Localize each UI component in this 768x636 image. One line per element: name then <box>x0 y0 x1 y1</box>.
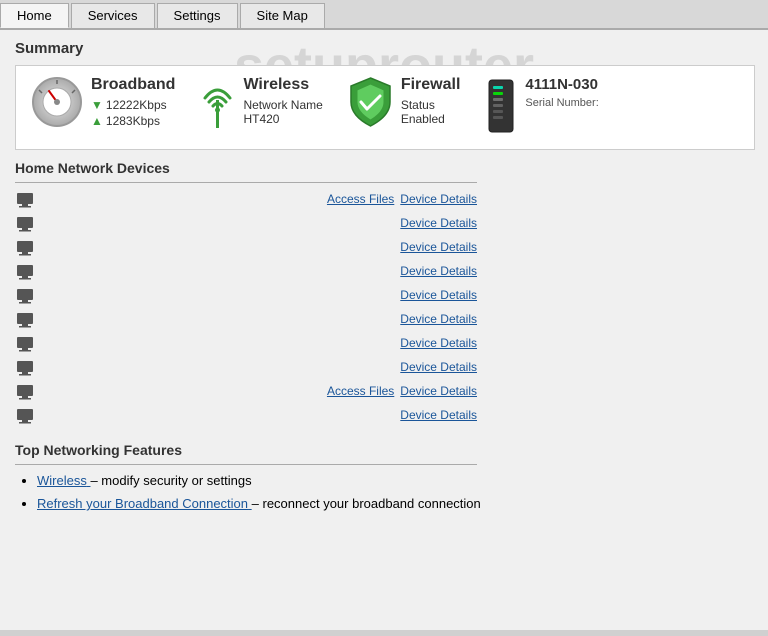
device-pc-icon <box>15 333 35 353</box>
device-details-link-7[interactable]: Device Details <box>400 360 477 374</box>
feature-item-1: Refresh your Broadband Connection – reco… <box>37 496 753 511</box>
content-area: setuprouter Summary <box>0 30 768 630</box>
refresh-broadband-description: – reconnect your broadband connection <box>252 496 481 511</box>
device-row: Access Files Device Details <box>15 379 477 403</box>
access-files-link-0[interactable]: Access Files <box>327 192 394 206</box>
device-row: Access Files Device Details <box>15 187 477 211</box>
firewall-info: Firewall Status Enabled <box>401 76 461 126</box>
device-details-link-8[interactable]: Device Details <box>400 384 477 398</box>
summary-section: Summary <box>15 40 753 150</box>
refresh-broadband-link[interactable]: Refresh your Broadband Connection <box>37 496 252 511</box>
device-row: Device Details <box>15 355 477 379</box>
home-network-title: Home Network Devices <box>15 160 753 176</box>
device-row: Device Details <box>15 259 477 283</box>
device-details-link-1[interactable]: Device Details <box>400 216 477 230</box>
router-serial-label: Serial Number: <box>525 97 598 109</box>
wireless-feature-link[interactable]: Wireless <box>37 473 90 488</box>
device-details-link-2[interactable]: Device Details <box>400 240 477 254</box>
device-pc-icon <box>15 213 35 233</box>
tab-services[interactable]: Services <box>71 3 155 28</box>
tab-settings[interactable]: Settings <box>157 3 238 28</box>
download-arrow-icon: ▼ <box>91 98 103 112</box>
device-pc-icon <box>15 261 35 281</box>
speedometer-icon <box>31 76 83 128</box>
device-row: Device Details <box>15 235 477 259</box>
device-pc-icon <box>15 237 35 257</box>
wifi-svg <box>200 80 235 130</box>
summary-box: Broadband ▼ 12222Kbps ▲ 1283Kbps <box>15 65 755 150</box>
firewall-status-value: Enabled <box>401 112 461 126</box>
tab-home[interactable]: Home <box>0 3 69 28</box>
download-speed: ▼ 12222Kbps <box>91 98 175 112</box>
home-network-section: Home Network Devices Access Files Device… <box>15 160 753 427</box>
device-pc-icon <box>15 285 35 305</box>
firewall-panel: Firewall Status Enabled <box>348 76 461 131</box>
tab-sitemap[interactable]: Site Map <box>240 3 325 28</box>
summary-title: Summary <box>15 40 753 57</box>
router-icon <box>485 76 517 139</box>
device-row: Device Details <box>15 331 477 355</box>
speedometer-svg <box>31 76 83 128</box>
home-network-divider <box>15 182 477 183</box>
device-pc-icon <box>15 309 35 329</box>
device-row: Device Details <box>15 403 477 427</box>
device-row: Device Details <box>15 211 477 235</box>
wireless-feature-description: – modify security or settings <box>90 473 251 488</box>
router-info: 4111N-030 Serial Number: <box>525 76 598 109</box>
shield-svg <box>348 76 393 128</box>
shield-icon <box>348 76 393 131</box>
device-row: Device Details <box>15 307 477 331</box>
upload-arrow-icon: ▲ <box>91 114 103 128</box>
wifi-icon <box>200 76 235 133</box>
access-files-link-8[interactable]: Access Files <box>327 384 394 398</box>
router-svg <box>485 76 517 136</box>
device-row: Device Details <box>15 283 477 307</box>
broadband-title: Broadband <box>91 76 175 94</box>
device-pc-icon <box>15 381 35 401</box>
device-pc-icon <box>15 405 35 425</box>
feature-item-0: Wireless – modify security or settings <box>37 473 753 488</box>
device-details-link-0[interactable]: Device Details <box>400 192 477 206</box>
device-pc-icon <box>15 357 35 377</box>
network-name-label: Network Name <box>243 98 322 112</box>
device-details-link-3[interactable]: Device Details <box>400 264 477 278</box>
router-panel: 4111N-030 Serial Number: <box>485 76 598 139</box>
nav-tabs: Home Services Settings Site Map <box>0 0 768 30</box>
features-list: Wireless – modify security or settings R… <box>15 473 753 511</box>
network-name-value: HT420 <box>243 112 322 126</box>
firewall-status-label: Status <box>401 98 461 112</box>
device-details-link-4[interactable]: Device Details <box>400 288 477 302</box>
device-details-link-5[interactable]: Device Details <box>400 312 477 326</box>
wireless-panel: Wireless Network Name HT420 <box>200 76 322 133</box>
device-details-link-6[interactable]: Device Details <box>400 336 477 350</box>
firewall-title: Firewall <box>401 76 461 94</box>
broadband-info: Broadband ▼ 12222Kbps ▲ 1283Kbps <box>91 76 175 128</box>
broadband-panel: Broadband ▼ 12222Kbps ▲ 1283Kbps <box>31 76 175 128</box>
wireless-info: Wireless Network Name HT420 <box>243 76 322 126</box>
wireless-title: Wireless <box>243 76 322 94</box>
device-details-link-9[interactable]: Device Details <box>400 408 477 422</box>
upload-speed: ▲ 1283Kbps <box>91 114 175 128</box>
top-features-section: Top Networking Features Wireless – modif… <box>15 442 753 511</box>
router-model: 4111N-030 <box>525 76 598 93</box>
top-features-title: Top Networking Features <box>15 442 753 458</box>
device-pc-icon <box>15 189 35 209</box>
top-features-divider <box>15 464 477 465</box>
